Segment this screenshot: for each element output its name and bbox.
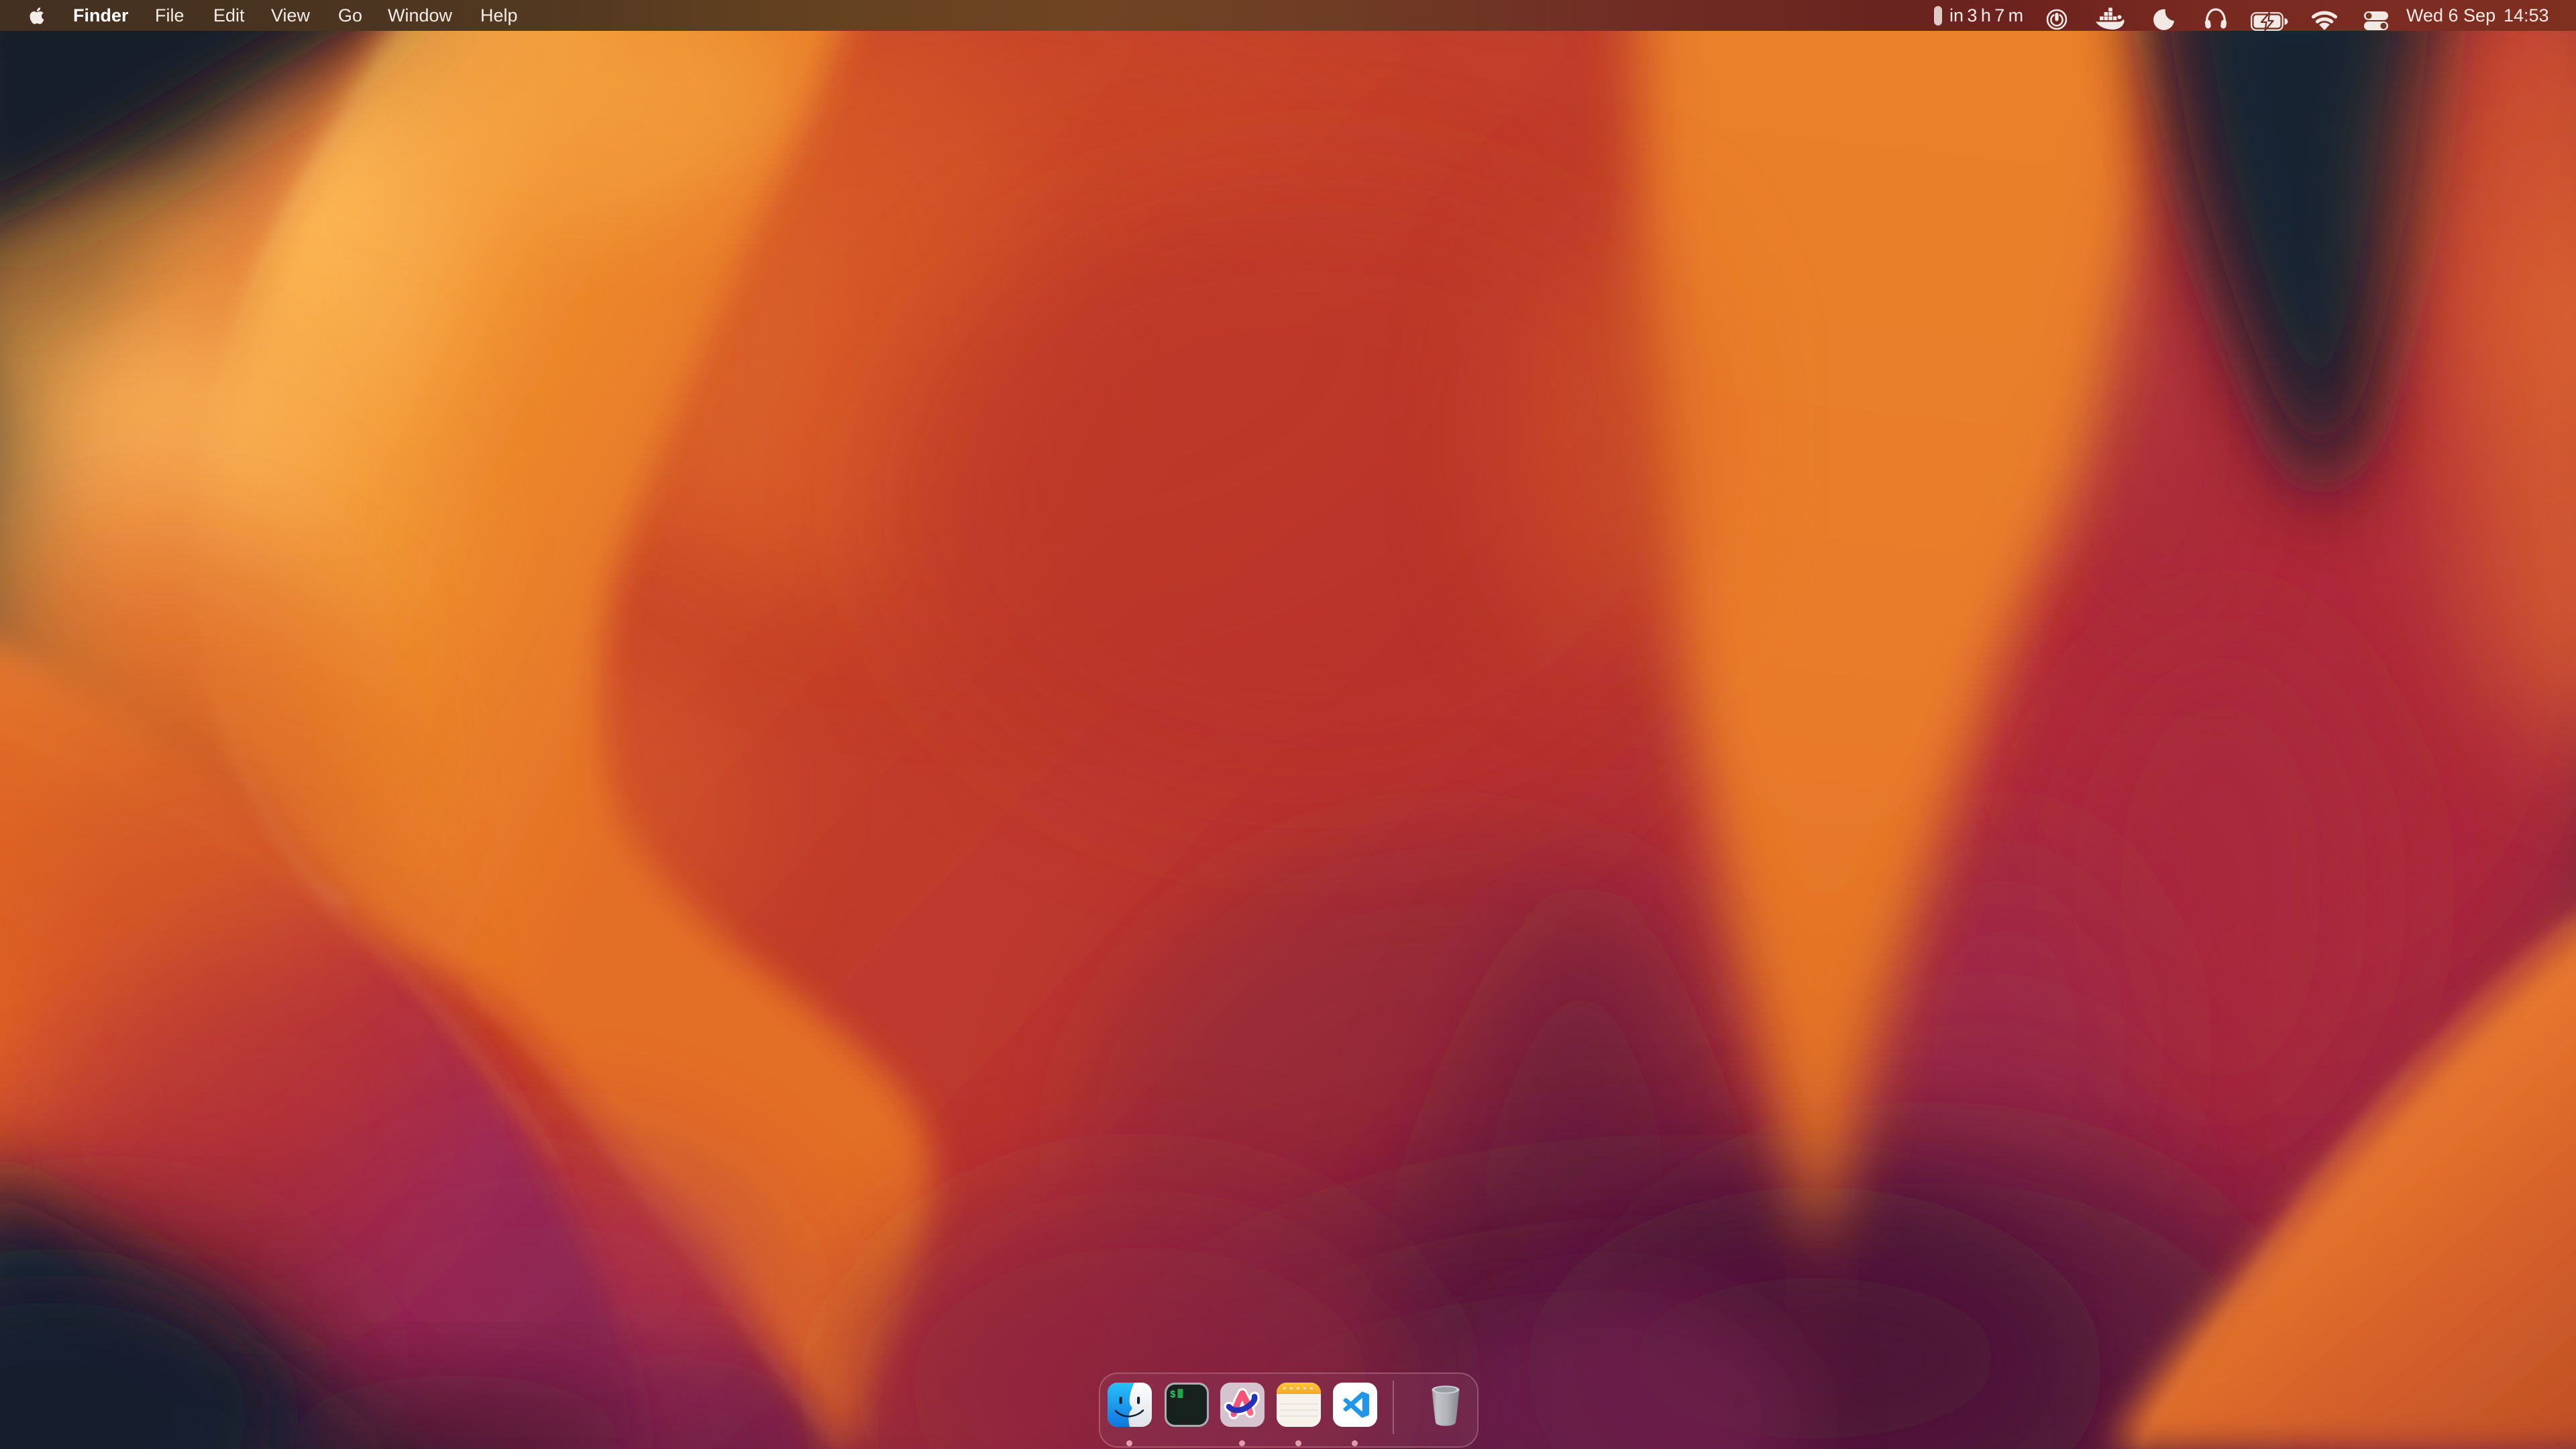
svg-text:$: $ (1170, 1390, 1176, 1401)
